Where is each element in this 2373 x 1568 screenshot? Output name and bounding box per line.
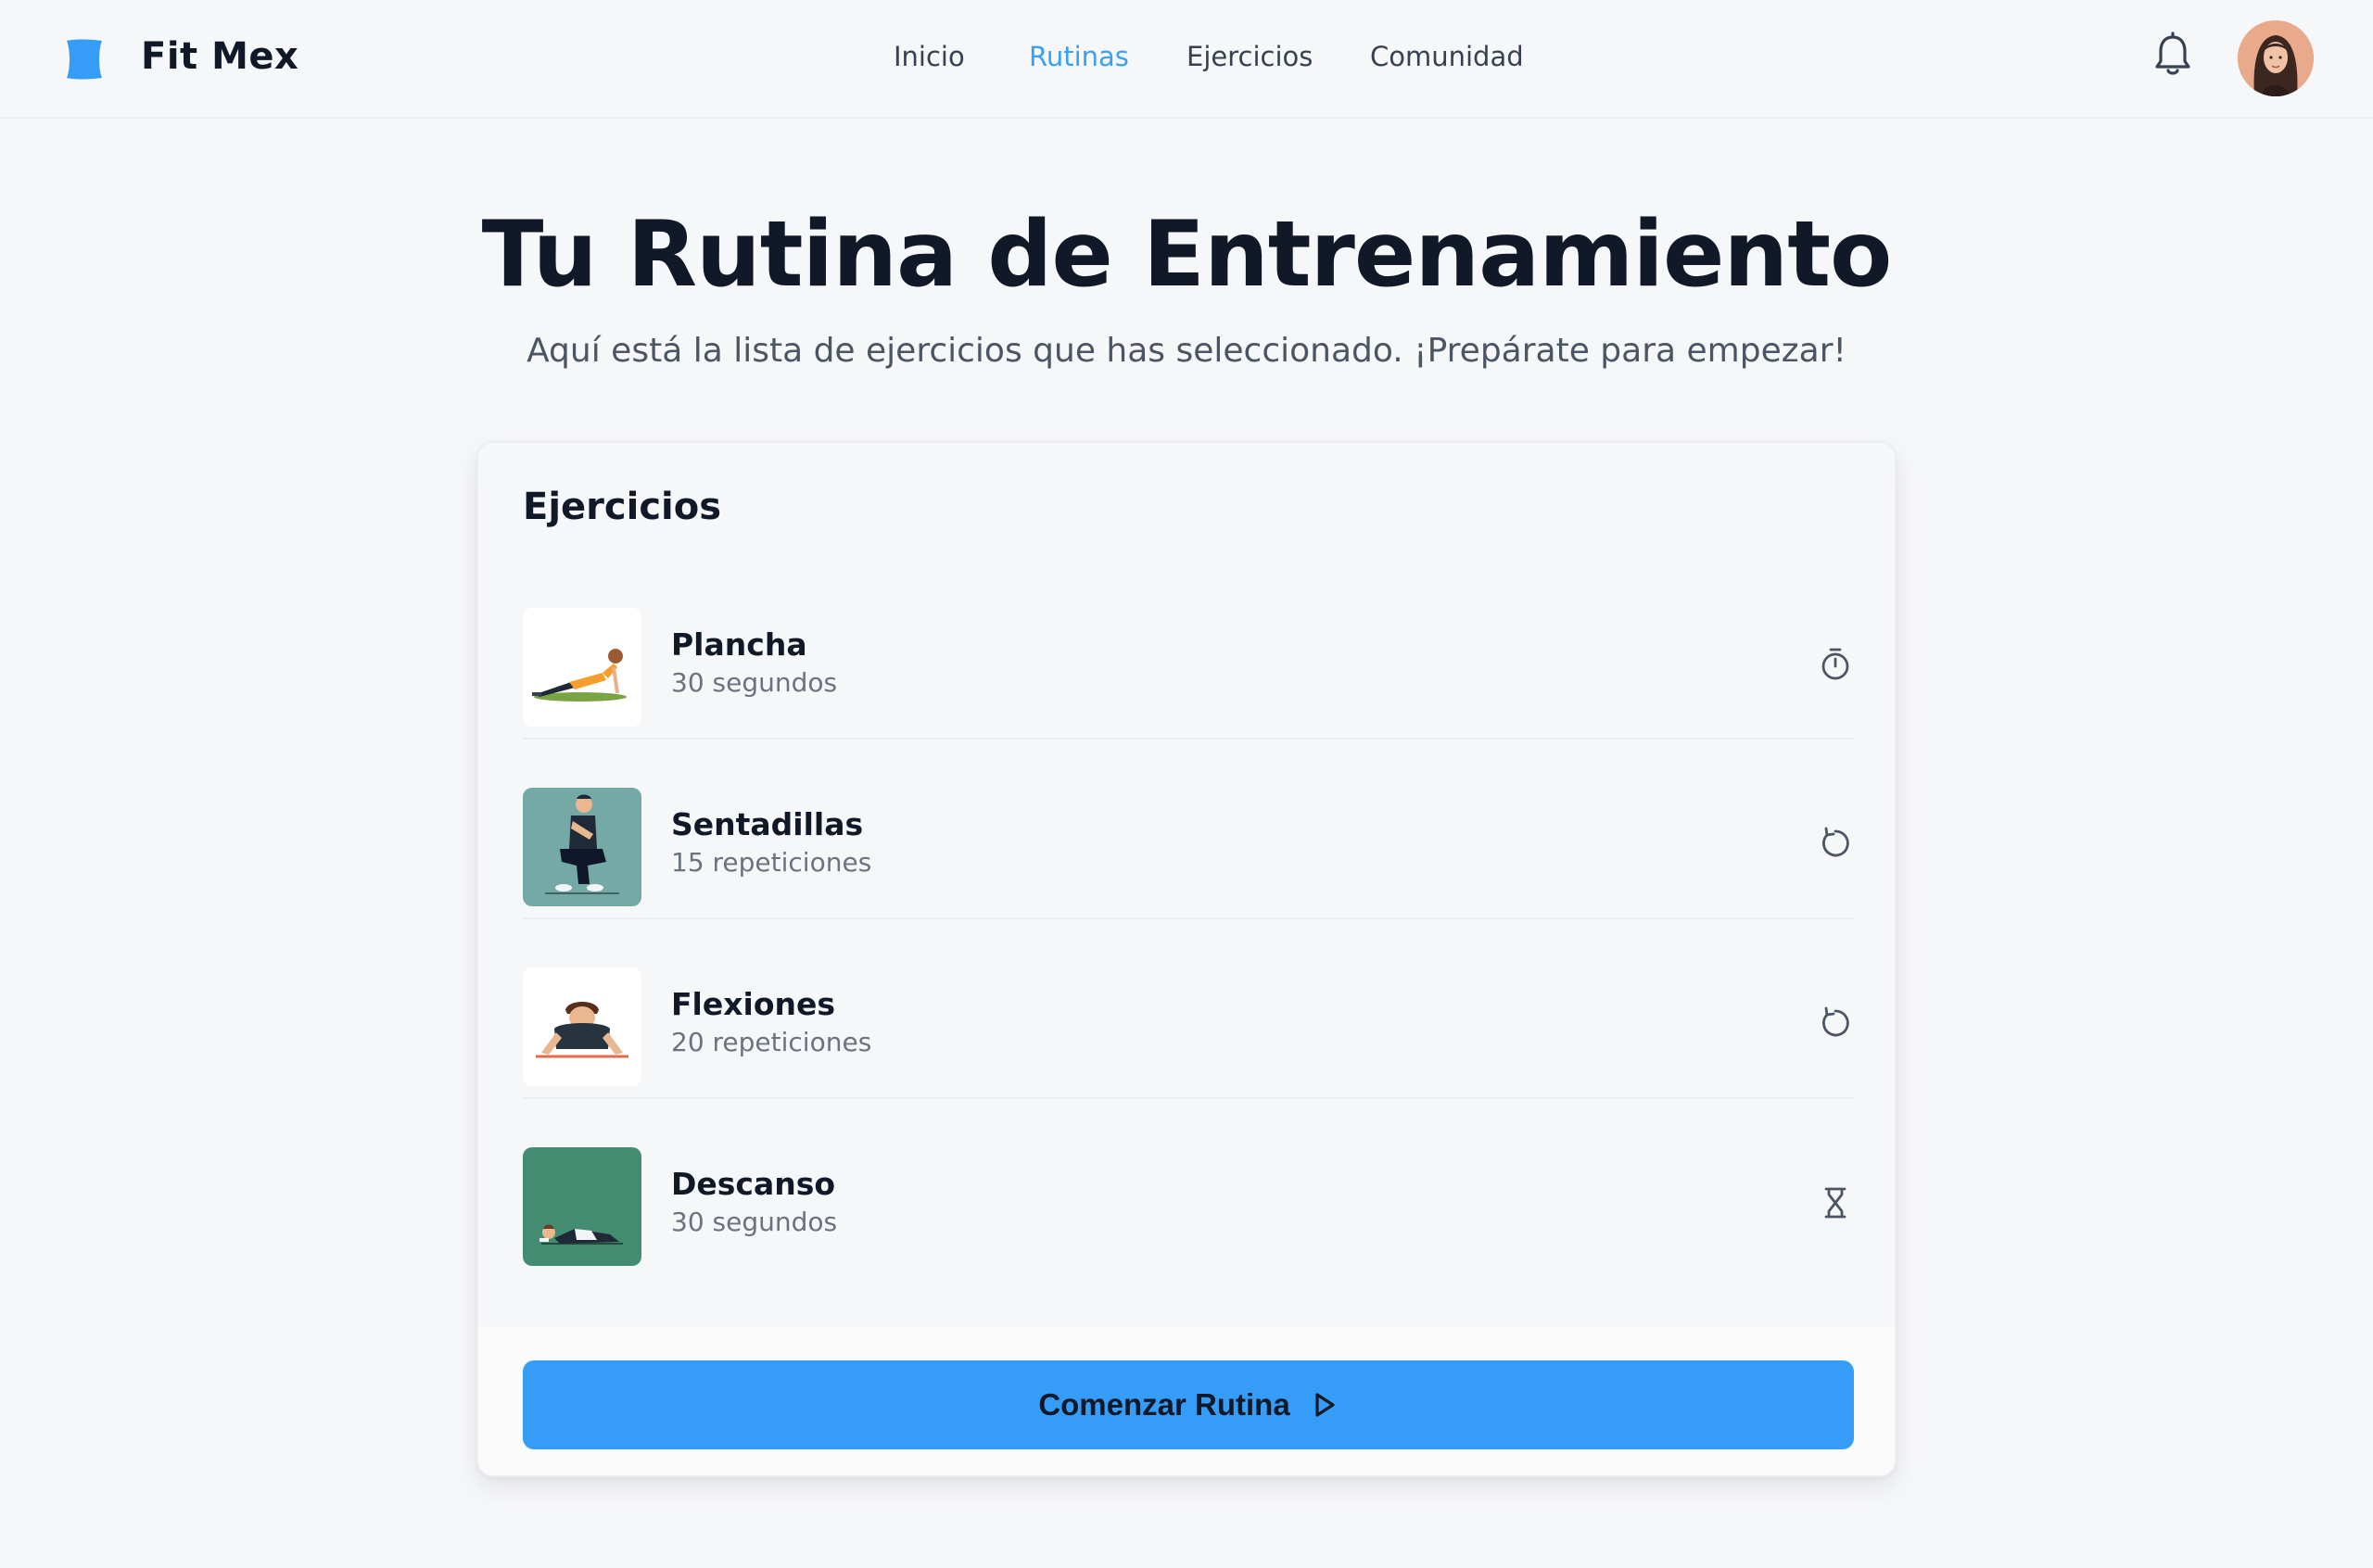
start-routine-button[interactable]: Comenzar Rutina	[523, 1360, 1854, 1449]
pushup-illustration	[523, 967, 641, 1086]
exercise-duration: 30 segundos	[671, 667, 838, 698]
bell-icon[interactable]	[2152, 32, 2193, 78]
card-title: Ejercicios	[523, 486, 722, 528]
play-icon	[1315, 1393, 1335, 1417]
exercise-duration: 30 segundos	[671, 1207, 838, 1237]
nav-item-ejercicios[interactable]: Ejercicios	[1186, 41, 1313, 72]
exercise-name: Plancha	[671, 626, 807, 663]
exercise-reps: 15 repeticiones	[671, 847, 872, 878]
exercise-name: Descanso	[671, 1166, 836, 1202]
top-navbar: Fit Mex Inicio Rutinas Ejercicios Comuni…	[0, 0, 2373, 119]
plank-illustration	[523, 608, 641, 727]
rest-illustration	[523, 1147, 641, 1266]
exercise-row-flexiones[interactable]: Flexiones 20 repeticiones	[523, 919, 1854, 1099]
nav-item-inicio[interactable]: Inicio	[894, 41, 965, 72]
nav-item-rutinas[interactable]: Rutinas	[1029, 41, 1129, 72]
stopwatch-icon	[1821, 648, 1849, 680]
exercise-name: Flexiones	[671, 986, 836, 1022]
exercise-row-sentadillas[interactable]: Sentadillas 15 repeticiones	[523, 740, 1854, 919]
exercise-row-descanso[interactable]: Descanso 30 segundos	[523, 1099, 1854, 1279]
repeat-icon	[1822, 1006, 1849, 1037]
start-routine-label: Comenzar Rutina	[1038, 1387, 1290, 1422]
exercise-row-plancha[interactable]: Plancha 30 segundos	[523, 560, 1854, 740]
page-subtitle: Aquí está la lista de ejercicios que has…	[527, 332, 1846, 370]
repeat-icon	[1822, 827, 1849, 857]
user-avatar[interactable]	[2238, 20, 2314, 96]
routine-card: Ejercicios Plancha 30 segundos Sentadill…	[476, 441, 1897, 1477]
nav-item-comunidad[interactable]: Comunidad	[1370, 41, 1524, 72]
hourglass-icon	[1824, 1187, 1846, 1219]
page-title: Tu Rutina de Entrenamiento	[481, 202, 1893, 308]
main-nav: Inicio Rutinas Ejercicios Comunidad	[0, 41, 2373, 78]
exercise-reps: 20 repeticiones	[671, 1027, 872, 1057]
squat-illustration	[523, 788, 641, 906]
exercise-name: Sentadillas	[671, 806, 864, 842]
